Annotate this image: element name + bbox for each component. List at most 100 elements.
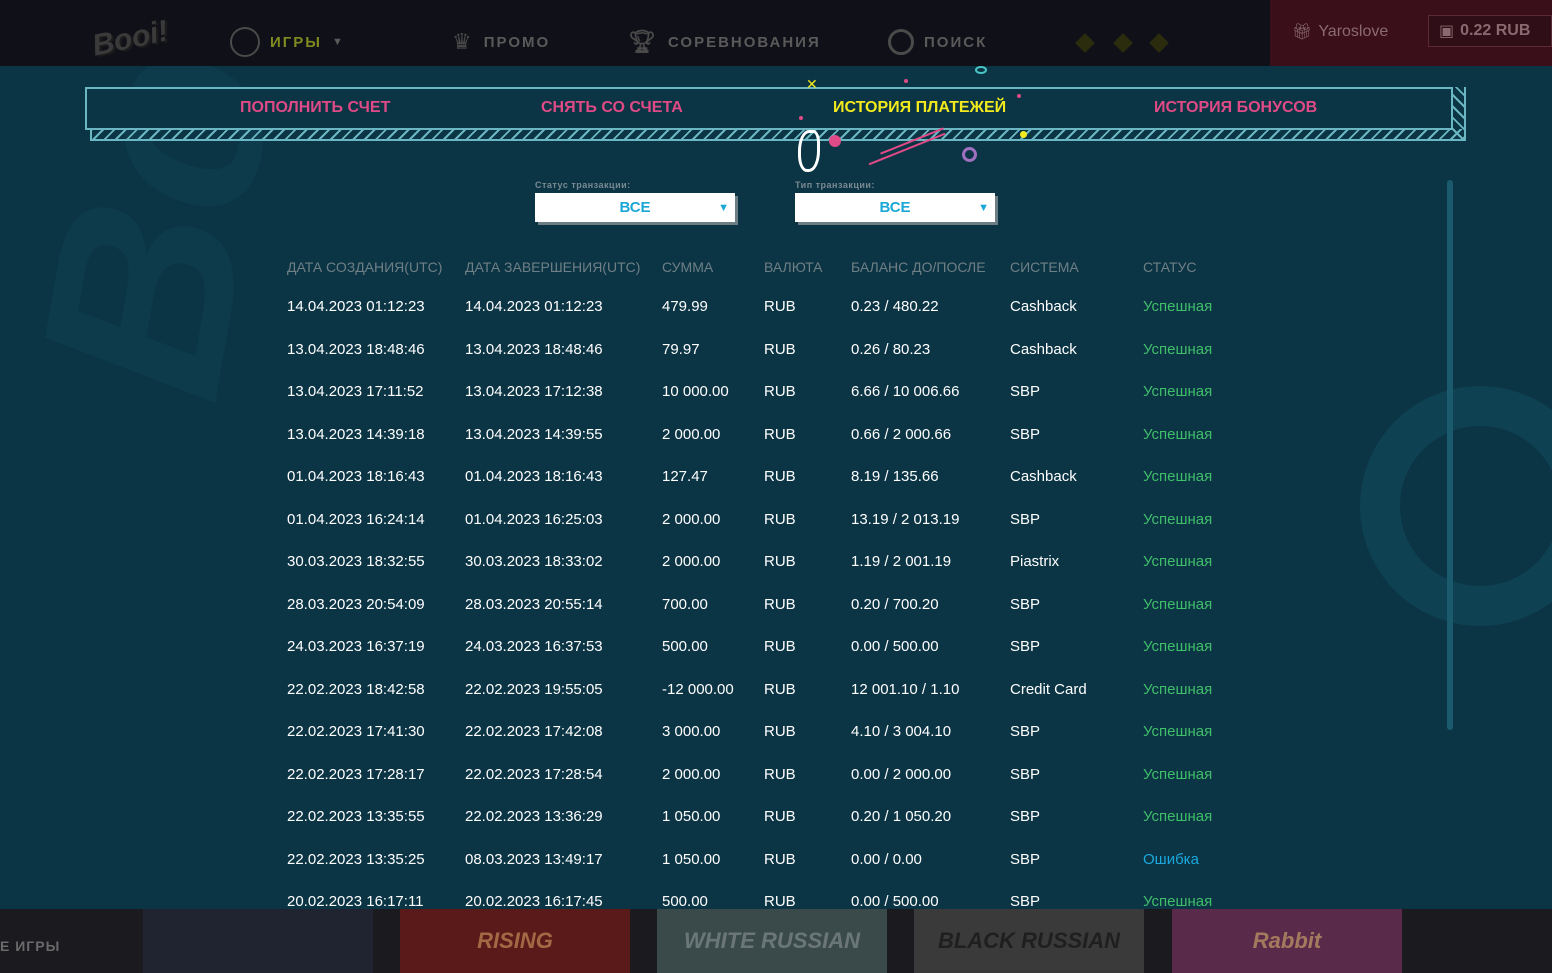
cell-completed-date: 30.03.2023 18:33:02 <box>465 553 603 570</box>
chevron-down-icon: ▼ <box>331 36 345 48</box>
nav-item-label: ПРОМО <box>483 33 551 51</box>
cell-completed-date: 24.03.2023 16:37:53 <box>465 638 603 655</box>
cell-completed-date: 14.04.2023 01:12:23 <box>465 298 603 315</box>
table-row: 01.04.2023 18:16:43 01.04.2023 18:16:43 12… <box>287 468 1387 511</box>
cell-currency: RUB <box>764 340 796 358</box>
cell-status: Успешная <box>1143 298 1213 315</box>
cell-created-date: 13.04.2023 17:11:52 <box>287 383 424 400</box>
cell-completed-date: 22.02.2023 19:55:05 <box>465 680 603 698</box>
cell-currency: RUB <box>764 298 796 315</box>
table-row: 24.03.2023 16:37:19 24.03.2023 16:37:53 50… <box>287 638 1387 681</box>
cell-created-date: 01.04.2023 16:24:14 <box>287 510 425 528</box>
cell-amount: 2 000.00 <box>662 553 721 570</box>
cell-status: Успешная <box>1143 595 1213 613</box>
tab-payment-history[interactable]: ИСТОРИЯ ПЛАТЕЖЕЙ <box>833 99 1006 117</box>
cell-balance-before-after: 0.00 / 0.00 <box>851 850 922 868</box>
cell-completed-date: 22.02.2023 17:28:54 <box>465 765 603 783</box>
modal-bg-decor <box>1360 386 1552 626</box>
game-thumb-roulette[interactable] <box>143 908 373 973</box>
cell-created-date: 13.04.2023 18:48:46 <box>287 340 425 358</box>
cell-payment-system: SBP <box>1010 765 1041 783</box>
cashier-modal: Booi ПОПОЛНИТЬ СЧЕТ СНЯТЬ СО СЧЕТА ИСТОР… <box>0 66 1552 909</box>
table-row: 28.03.2023 20:54:09 28.03.2023 20:55:14 70… <box>287 596 1387 639</box>
header-status: СТАТУС <box>1143 259 1197 275</box>
cell-payment-system: SBP <box>1010 723 1041 740</box>
tab-deposit[interactable]: ПОПОЛНИТЬ СЧЕТ <box>240 99 390 117</box>
cell-created-date: 13.04.2023 14:39:18 <box>287 425 425 443</box>
cell-amount: 500.00 <box>662 638 708 655</box>
cell-status: Успешная <box>1143 425 1213 443</box>
type-filter-label: Тип транзакции: <box>795 180 875 190</box>
cell-balance-before-after: 13.19 / 2 013.19 <box>851 510 960 528</box>
cell-status: Успешная <box>1143 808 1213 825</box>
table-row: 01.04.2023 16:24:14 01.04.2023 16:25:03 2 … <box>287 511 1387 554</box>
trophy-icon: 🏆︎ <box>628 29 658 54</box>
decor-diamond <box>1149 33 1169 53</box>
table-row: 13.04.2023 17:11:52 13.04.2023 17:12:38 10… <box>287 383 1387 426</box>
cell-balance-before-after: 0.00 / 500.00 <box>851 893 939 909</box>
table-row: 30.03.2023 18:32:55 30.03.2023 18:33:02 2 … <box>287 553 1387 596</box>
chevron-down-icon: ▼ <box>978 202 989 214</box>
tab-bonus-history[interactable]: ИСТОРИЯ БОНУСОВ <box>1154 99 1317 117</box>
cell-amount: 500.00 <box>662 893 708 909</box>
header-completed: ДАТА ЗАВЕРШЕНИЯ(UTC) <box>465 259 641 275</box>
cell-amount: 127.47 <box>662 468 708 485</box>
nav-item-search[interactable]: ПОИСК <box>888 29 988 55</box>
cell-payment-system: SBP <box>1010 595 1041 613</box>
cell-payment-system: Credit Card <box>1010 680 1087 698</box>
header-created: ДАТА СОЗДАНИЯ(UTC) <box>287 259 443 275</box>
cell-amount: 2 000.00 <box>662 765 721 783</box>
balance-value: 0.22 RUB <box>1460 22 1531 39</box>
wallet-icon: ▣ <box>1439 23 1455 40</box>
cell-amount: 2 000.00 <box>662 510 721 528</box>
tabs-hatch-decor <box>90 129 1466 141</box>
cell-balance-before-after: 0.26 / 80.23 <box>851 340 931 358</box>
cell-status: Успешная <box>1143 510 1213 528</box>
crown-icon: ♛ <box>452 29 474 54</box>
table-row: 14.04.2023 01:12:23 14.04.2023 01:12:23 47… <box>287 298 1387 341</box>
game-thumb[interactable]: WHITE RUSSIAN <box>657 908 887 973</box>
type-filter-select[interactable]: ВСЕ ▼ <box>795 193 995 222</box>
cell-balance-before-after: 4.10 / 3 004.10 <box>851 723 952 740</box>
game-thumb[interactable]: BLACK RUSSIAN <box>914 908 1144 973</box>
cell-created-date: 24.03.2023 16:37:19 <box>287 638 425 655</box>
cell-status: Успешная <box>1143 340 1213 358</box>
cell-completed-date: 08.03.2023 13:49:17 <box>465 850 603 868</box>
cell-amount: 10 000.00 <box>662 383 729 400</box>
nav-item-games[interactable]: ИГРЫ ▼ <box>230 27 345 57</box>
user-profile-link[interactable]: 🎁︎ Yaroslove <box>1292 22 1388 42</box>
cell-status: Успешная <box>1143 638 1213 655</box>
cell-completed-date: 22.02.2023 13:36:29 <box>465 808 603 825</box>
tab-withdraw[interactable]: СНЯТЬ СО СЧЕТА <box>541 99 683 117</box>
cell-completed-date: 01.04.2023 16:25:03 <box>465 510 603 528</box>
game-thumb[interactable]: Rabbit <box>1172 908 1402 973</box>
cell-completed-date: 13.04.2023 17:12:38 <box>465 383 603 400</box>
nav-item-label: ПОИСК <box>924 33 988 51</box>
table-scrollbar[interactable] <box>1447 180 1453 730</box>
cell-created-date: 01.04.2023 18:16:43 <box>287 468 425 485</box>
nav-item-promo[interactable]: ♛ ПРОМО <box>452 29 551 54</box>
cell-payment-system: SBP <box>1010 638 1041 655</box>
decor-diamond <box>1113 33 1133 53</box>
cell-status: Ошибка <box>1143 850 1199 868</box>
payment-history-table: ДАТА СОЗДАНИЯ(UTC) ДАТА ЗАВЕРШЕНИЯ(UTC) … <box>287 259 1387 909</box>
username: Yaroslove <box>1318 23 1389 40</box>
games-section-label: Е ИГРЫ <box>0 938 61 954</box>
cell-payment-system: SBP <box>1010 893 1041 909</box>
cell-currency: RUB <box>764 808 796 825</box>
site-logo[interactable]: Booi! <box>89 14 171 63</box>
cell-currency: RUB <box>764 680 796 698</box>
nav-item-competitions[interactable]: 🏆︎ СОРЕВНОВАНИЯ <box>628 29 821 54</box>
game-thumb[interactable]: RISING <box>400 908 630 973</box>
cell-balance-before-after: 0.20 / 1 050.20 <box>851 808 952 825</box>
cell-created-date: 14.04.2023 01:12:23 <box>287 298 425 315</box>
cell-balance-before-after: 6.66 / 10 006.66 <box>851 383 960 400</box>
cell-completed-date: 13.04.2023 18:48:46 <box>465 340 603 358</box>
balance-button[interactable]: ▣ 0.22 RUB <box>1428 15 1552 47</box>
cell-completed-date: 28.03.2023 20:55:14 <box>465 595 603 613</box>
status-filter-value: ВСЕ <box>619 199 651 216</box>
cell-created-date: 30.03.2023 18:32:55 <box>287 553 425 570</box>
cell-currency: RUB <box>764 723 796 740</box>
cell-payment-system: Cashback <box>1010 298 1077 315</box>
status-filter-select[interactable]: ВСЕ ▼ <box>535 193 735 222</box>
